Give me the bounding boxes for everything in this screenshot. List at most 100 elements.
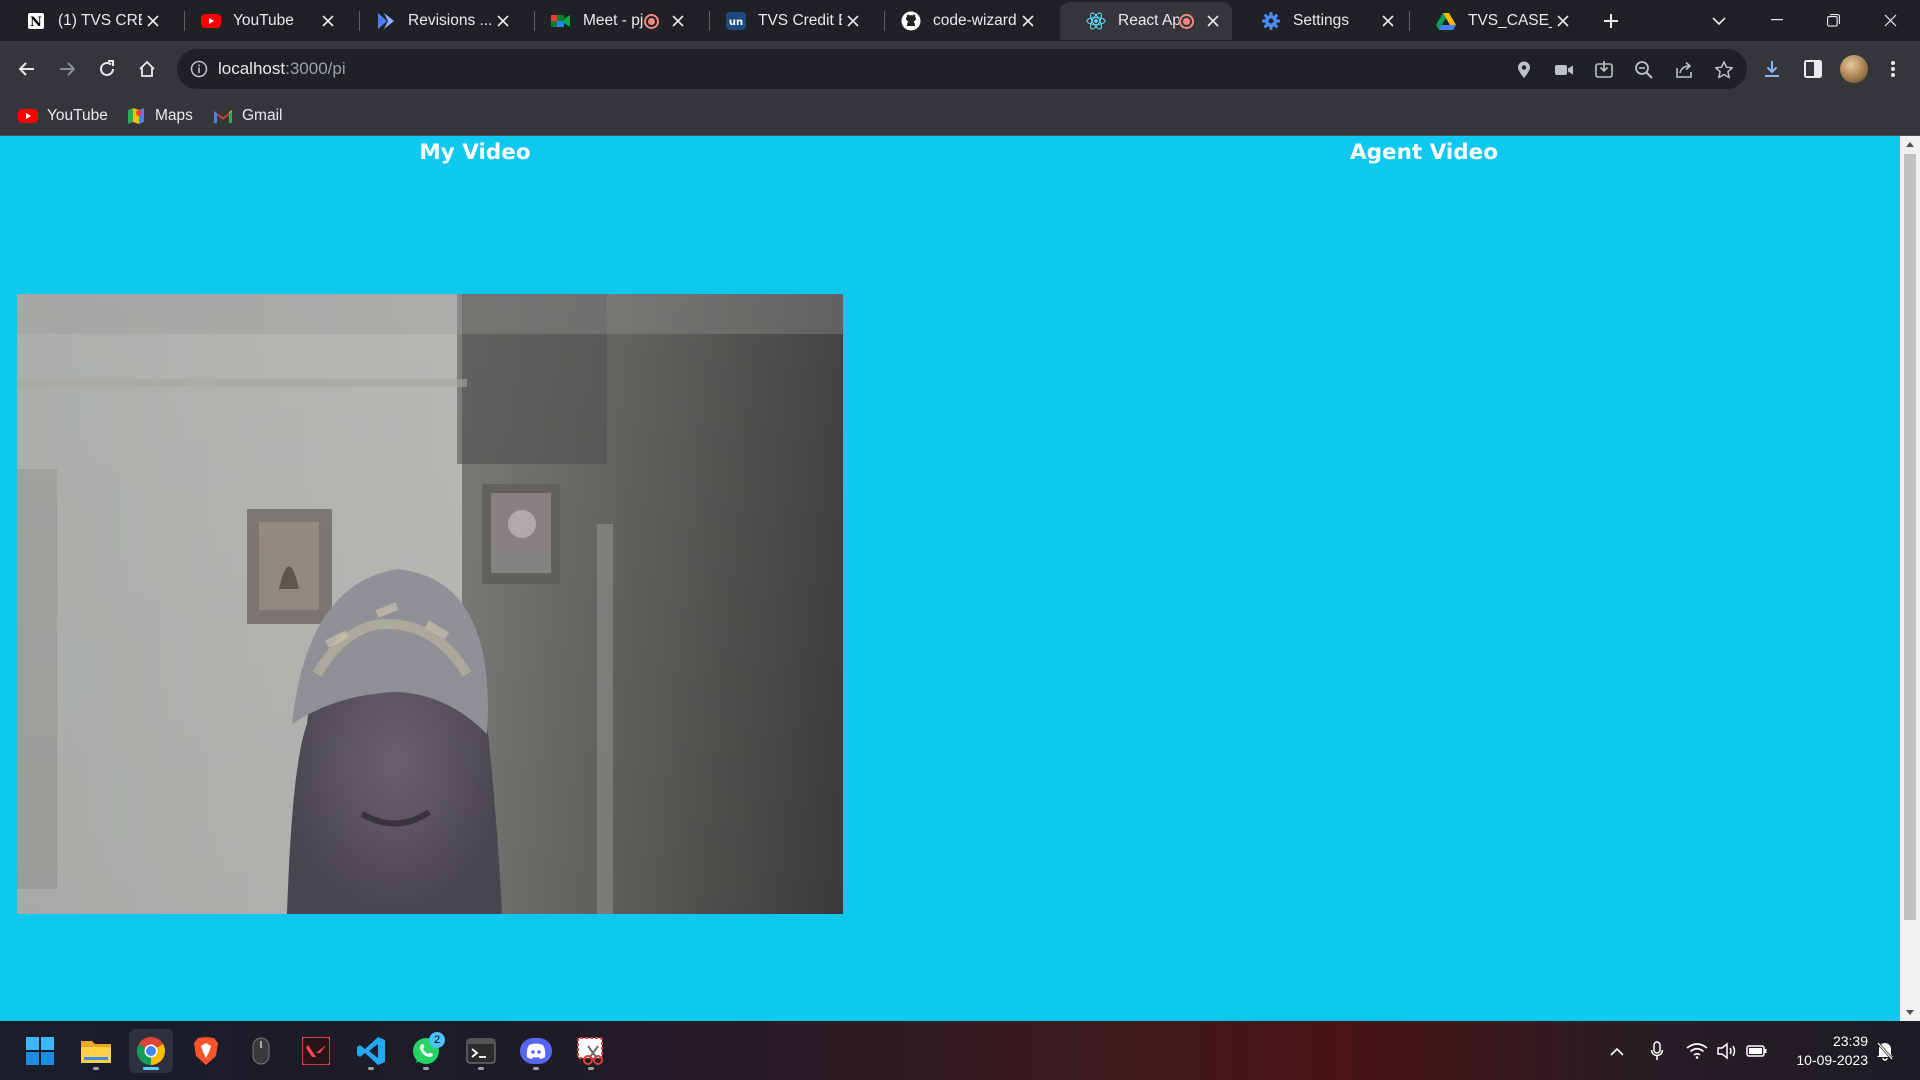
youtube-icon xyxy=(201,11,221,31)
close-icon[interactable] xyxy=(142,10,164,32)
vscode-button[interactable] xyxy=(349,1029,393,1073)
tab-tvs-credit-ep[interactable]: un TVS Credit E.P xyxy=(700,2,872,40)
tab-react-app[interactable]: React App xyxy=(1060,2,1232,40)
tab-title: Meet - pjc xyxy=(583,12,644,29)
show-hidden-icons-icon[interactable] xyxy=(1604,1038,1630,1064)
recording-icon xyxy=(1179,13,1194,29)
google-meet-icon xyxy=(551,11,571,31)
close-icon[interactable] xyxy=(1552,10,1574,32)
scrollbar-thumb[interactable] xyxy=(1904,154,1916,920)
new-tab-button[interactable] xyxy=(1598,8,1624,34)
downloads-icon[interactable] xyxy=(1759,56,1785,82)
address-bar[interactable]: localhost:3000/pi xyxy=(177,49,1747,89)
tab-tvs-case-study[interactable]: TVS_CASE_STU xyxy=(1410,2,1582,40)
page-scrollbar[interactable] xyxy=(1900,136,1920,1021)
notion-icon: N xyxy=(26,11,46,31)
restore-button[interactable] xyxy=(1805,0,1861,40)
reload-button[interactable] xyxy=(90,52,124,86)
my-video-stream[interactable] xyxy=(17,294,843,914)
volume-icon[interactable] xyxy=(1714,1038,1740,1064)
back-button[interactable] xyxy=(10,52,44,86)
close-icon[interactable] xyxy=(1017,10,1039,32)
microphone-icon[interactable] xyxy=(1644,1038,1670,1064)
youtube-icon xyxy=(18,107,38,125)
windows-taskbar: 2 23:39 10-09-2023 xyxy=(0,1021,1920,1080)
close-icon[interactable] xyxy=(1202,10,1224,32)
unstop-icon: un xyxy=(726,11,746,31)
zoom-icon[interactable] xyxy=(1632,58,1656,82)
minimize-button[interactable] xyxy=(1749,0,1805,40)
tab-search-button[interactable] xyxy=(1706,8,1732,34)
bookmarks-bar: YouTube Maps Gmail xyxy=(0,97,1920,136)
close-icon[interactable] xyxy=(842,10,864,32)
tab-tvs-credit[interactable]: N (1) TVS CREDIT xyxy=(0,2,172,40)
start-button[interactable] xyxy=(18,1029,62,1073)
agent-video-title: Agent Video xyxy=(1349,140,1499,165)
close-icon[interactable] xyxy=(317,10,339,32)
url-text[interactable]: localhost:3000/pi xyxy=(218,59,346,79)
terminal-button[interactable] xyxy=(459,1029,503,1073)
location-icon[interactable] xyxy=(1512,58,1536,82)
camera-icon[interactable] xyxy=(1552,58,1576,82)
svg-text:un: un xyxy=(729,17,743,28)
file-explorer-button[interactable] xyxy=(74,1029,118,1073)
profile-avatar[interactable] xyxy=(1840,55,1868,83)
mouse-app-icon xyxy=(252,1037,270,1065)
side-panel-icon[interactable] xyxy=(1800,56,1826,82)
tab-youtube[interactable]: YouTube xyxy=(175,2,347,40)
home-button[interactable] xyxy=(130,52,164,86)
start-icon xyxy=(26,1037,54,1065)
notifications-icon[interactable] xyxy=(1872,1038,1898,1064)
discord-button[interactable] xyxy=(514,1029,558,1073)
whatsapp-button[interactable]: 2 xyxy=(404,1029,448,1073)
power-automate-icon xyxy=(376,11,396,31)
browser-toolbar: localhost:3000/pi xyxy=(0,41,1920,97)
running-indicator xyxy=(368,1067,374,1070)
snipping-tool-icon xyxy=(577,1037,603,1065)
github-icon xyxy=(901,11,921,31)
bookmark-youtube[interactable]: YouTube xyxy=(18,106,108,126)
bookmark-gmail[interactable]: Gmail xyxy=(213,106,282,126)
svg-text:N: N xyxy=(30,15,42,30)
scroll-up-icon[interactable] xyxy=(1900,136,1920,153)
bookmark-label: Gmail xyxy=(242,107,283,124)
tab-title: React App xyxy=(1118,12,1179,29)
snipping-tool-button[interactable] xyxy=(569,1029,613,1073)
wifi-icon[interactable] xyxy=(1684,1038,1710,1064)
gmail-icon xyxy=(213,107,233,125)
brave-button[interactable] xyxy=(184,1029,228,1073)
vscode-icon xyxy=(357,1037,385,1065)
tab-title: (1) TVS CREDIT xyxy=(58,12,142,29)
url-host: localhost xyxy=(218,59,286,78)
close-icon[interactable] xyxy=(1377,10,1399,32)
tab-meet[interactable]: Meet - pjc xyxy=(525,2,697,40)
page-viewport: My Video Agent Video xyxy=(0,136,1920,1021)
share-icon[interactable] xyxy=(1672,58,1696,82)
bookmark-star-icon[interactable] xyxy=(1712,58,1736,82)
close-icon[interactable] xyxy=(667,10,689,32)
chrome-menu-icon[interactable] xyxy=(1880,56,1906,82)
tab-revisions[interactable]: Revisions ...un xyxy=(350,2,522,40)
webcam-frame-image xyxy=(17,294,843,914)
scroll-down-icon[interactable] xyxy=(1900,1004,1920,1021)
bookmark-maps[interactable]: Maps xyxy=(126,106,193,126)
close-icon[interactable] xyxy=(492,10,514,32)
battery-icon[interactable] xyxy=(1744,1038,1770,1064)
tab-github[interactable]: code-wizard12 xyxy=(875,2,1047,40)
terminal-icon xyxy=(466,1038,496,1064)
tab-title: code-wizard12 xyxy=(933,12,1017,29)
system-clock[interactable]: 23:39 10-09-2023 xyxy=(1770,1032,1868,1070)
valorant-button[interactable] xyxy=(294,1029,338,1073)
forward-button[interactable] xyxy=(50,52,84,86)
mouse-app-button[interactable] xyxy=(239,1029,283,1073)
install-app-icon[interactable] xyxy=(1592,58,1616,82)
recording-icon xyxy=(644,13,659,29)
react-icon xyxy=(1086,11,1106,31)
close-window-button[interactable] xyxy=(1862,0,1918,40)
tab-settings[interactable]: Settings xyxy=(1235,2,1407,40)
tab-strip: N (1) TVS CREDIT YouTube Revisions ...un… xyxy=(0,0,1920,41)
tab-title: Revisions ...un xyxy=(408,12,492,29)
site-info-icon[interactable] xyxy=(189,59,209,79)
discord-icon xyxy=(520,1038,552,1064)
chrome-button[interactable] xyxy=(129,1029,173,1073)
